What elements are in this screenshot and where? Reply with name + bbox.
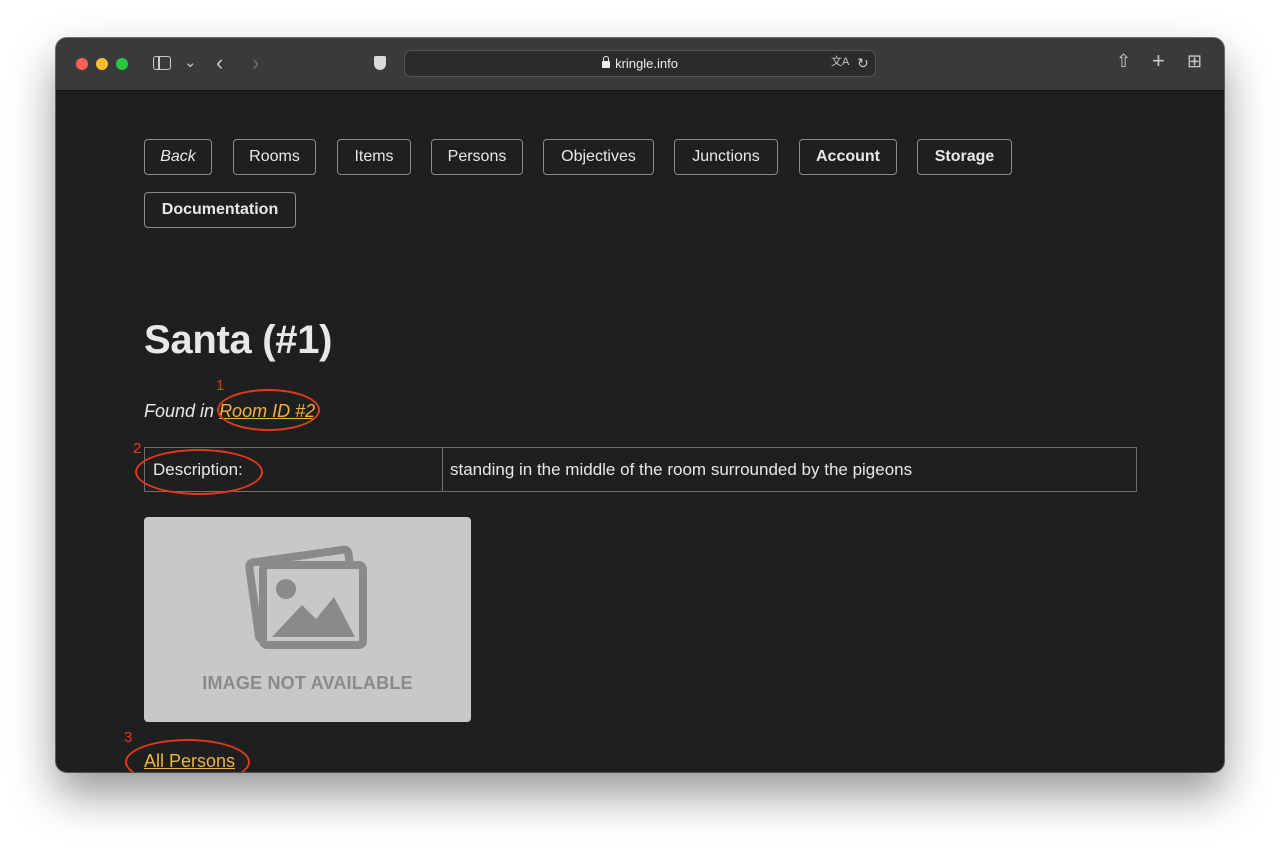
nav-back-button[interactable]: Back [144,139,212,175]
page-title: Santa (#1) [144,318,333,362]
annotation-number-1: 1 [216,377,225,394]
photo-icon [245,545,367,649]
nav-account-button[interactable]: Account [799,139,897,175]
lock-icon [602,56,611,68]
description-value: standing in the middle of the room surro… [450,460,913,479]
nav-documentation-button[interactable]: Documentation [144,192,296,228]
share-icon[interactable]: ⇧ [1116,52,1131,70]
description-table: Description: standing in the middle of t… [144,447,1137,492]
new-tab-icon[interactable]: + [1152,50,1165,72]
tab-overview-icon[interactable]: ⊞ [1187,52,1202,70]
annotation-ellipse-2 [135,449,263,495]
zoom-window-button[interactable] [116,58,128,70]
image-not-available-text: IMAGE NOT AVAILABLE [202,673,413,693]
sidebar-icon[interactable] [153,56,171,70]
translate-icon[interactable]: 文A [831,57,849,68]
annotation-ellipse-3 [125,739,250,772]
back-arrow-icon[interactable]: ‹ [216,52,223,74]
chevron-down-icon[interactable]: ⌄ [184,55,197,70]
found-in-label: Found in [144,401,220,421]
nav-items-button[interactable]: Items [337,139,411,175]
privacy-shield-icon[interactable] [374,56,386,70]
minimize-window-button[interactable] [96,58,108,70]
address-bar[interactable]: kringle.info 文A ↻ [404,50,876,77]
reload-icon[interactable]: ↻ [857,56,869,70]
forward-arrow-icon[interactable]: › [252,52,259,74]
image-placeholder: IMAGE NOT AVAILABLE [144,517,471,722]
nav-objectives-button[interactable]: Objectives [543,139,654,175]
nav-junctions-button[interactable]: Junctions [674,139,778,175]
nav-storage-button[interactable]: Storage [917,139,1012,175]
browser-window: ⌄ ‹ › kringle.info 文A ↻ ⇧ + ⊞ Back Rooms… [56,38,1224,772]
close-window-button[interactable] [76,58,88,70]
nav-persons-button[interactable]: Persons [431,139,523,175]
annotation-ellipse-1 [217,389,320,431]
page-content: Back Rooms Items Persons Objectives Junc… [56,91,1224,772]
annotation-number-2: 2 [133,440,142,457]
annotation-number-3: 3 [124,729,133,746]
nav-rooms-button[interactable]: Rooms [233,139,316,175]
url-text: kringle.info [615,56,678,71]
browser-toolbar: ⌄ ‹ › kringle.info 文A ↻ ⇧ + ⊞ [56,38,1224,91]
